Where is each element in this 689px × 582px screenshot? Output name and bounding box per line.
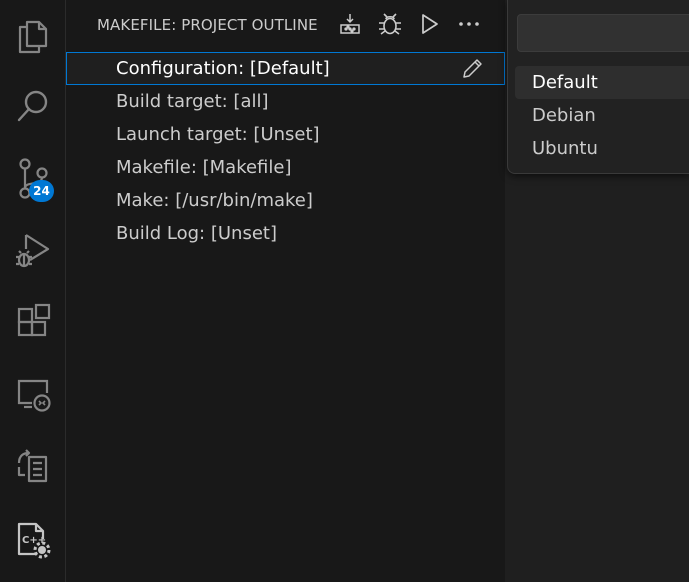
outline-item-build-log[interactable]: Build Log: [Unset] <box>66 217 505 250</box>
activity-source-control[interactable] <box>0 142 66 214</box>
activity-search[interactable] <box>0 70 66 142</box>
outline-item-launch-target[interactable]: Launch target: [Unset] <box>66 118 505 151</box>
activity-bar: 24 C++ <box>0 0 66 582</box>
pencil-icon <box>463 59 482 78</box>
more-actions-button[interactable] <box>455 10 483 38</box>
outline-item-label: Make: [/usr/bin/make] <box>116 190 313 211</box>
activity-makefile-tools[interactable] <box>0 430 66 502</box>
build-icon <box>340 14 360 34</box>
run-button[interactable] <box>416 10 444 38</box>
outline-item-make[interactable]: Make: [/usr/bin/make] <box>66 184 505 217</box>
activity-extensions[interactable] <box>0 286 66 358</box>
run-icon <box>422 14 438 34</box>
panel-title: MAKEFILE: PROJECT OUTLINE <box>97 16 318 34</box>
outline-item-configuration[interactable]: Configuration: [Default] <box>66 52 505 85</box>
project-outline-tree: Configuration: [Default] Build target: [… <box>66 52 505 250</box>
activity-remote-explorer[interactable] <box>0 358 66 430</box>
build-button[interactable] <box>336 10 364 38</box>
quick-pick-option-debian[interactable]: Debian <box>515 99 689 132</box>
outline-item-label: Build target: [all] <box>116 91 269 112</box>
outline-item-label: Makefile: [Makefile] <box>116 157 292 178</box>
outline-item-build-target[interactable]: Build target: [all] <box>66 85 505 118</box>
activity-explorer[interactable] <box>0 0 66 72</box>
extensions-icon <box>17 303 51 337</box>
activity-cpp-settings[interactable]: C++ <box>0 504 66 576</box>
activity-run-debug[interactable] <box>0 214 66 286</box>
quick-pick-input[interactable] <box>517 14 689 52</box>
outline-item-label: Configuration: [Default] <box>116 58 330 79</box>
edit-configuration-button[interactable] <box>459 56 485 82</box>
explorer-icon <box>18 20 48 54</box>
outline-item-label: Build Log: [Unset] <box>116 223 277 244</box>
debug-icon <box>379 13 401 35</box>
vscode-window: 24 C++ MAKEFILE: PROJECT OUTLINE Configu… <box>0 0 689 582</box>
search-icon <box>17 90 48 122</box>
more-icon <box>459 22 479 26</box>
cpp-settings-icon: C++ <box>17 522 51 559</box>
source-control-badge: 24 <box>29 180 54 202</box>
quick-pick-option-ubuntu[interactable]: Ubuntu <box>515 132 689 165</box>
makefile-side-panel: MAKEFILE: PROJECT OUTLINE Configuration:… <box>66 0 505 582</box>
makefile-tools-icon <box>17 449 48 483</box>
outline-item-label: Launch target: [Unset] <box>116 124 320 145</box>
outline-item-makefile[interactable]: Makefile: [Makefile] <box>66 151 505 184</box>
quick-pick-option-default[interactable]: Default <box>515 66 689 99</box>
remote-explorer-icon <box>17 379 51 412</box>
panel-header: MAKEFILE: PROJECT OUTLINE <box>66 0 505 52</box>
quick-pick-list: Default Debian Ubuntu <box>515 66 689 165</box>
debug-button[interactable] <box>376 10 404 38</box>
run-debug-icon <box>16 234 50 268</box>
configuration-quick-pick: Default Debian Ubuntu <box>507 0 689 174</box>
